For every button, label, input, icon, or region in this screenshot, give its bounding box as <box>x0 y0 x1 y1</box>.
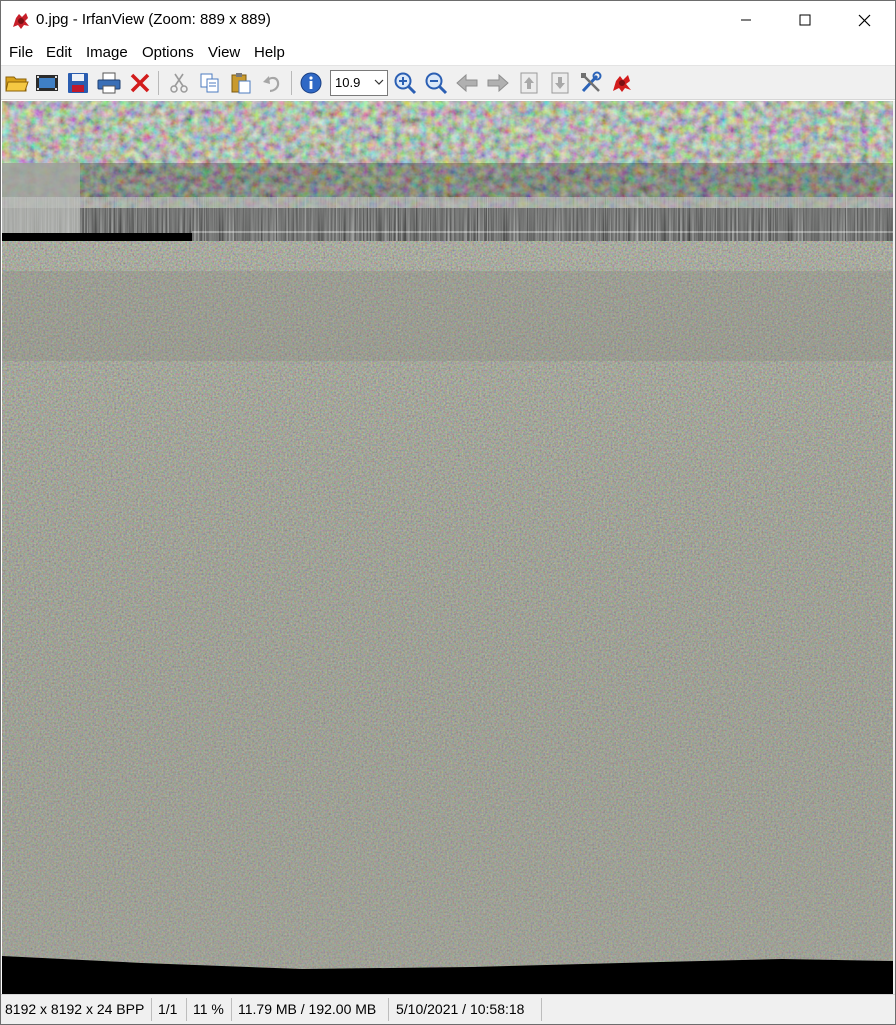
menu-file[interactable]: File <box>9 44 33 61</box>
slideshow-button[interactable] <box>34 70 60 96</box>
next-file-button[interactable] <box>485 70 511 96</box>
zoom-dropdown-value: 10.9 <box>335 75 361 90</box>
maximize-icon <box>799 14 811 26</box>
zoom-out-button[interactable] <box>423 70 449 96</box>
irfanview-logo-icon <box>613 75 631 92</box>
menu-options[interactable]: Options <box>142 44 194 61</box>
displayed-image[interactable] <box>2 101 893 994</box>
irfanview-window: 0.jpg - IrfanView (Zoom: 889 x 889) File… <box>0 0 896 1025</box>
image-viewport[interactable] <box>2 101 893 994</box>
open-folder-icon <box>5 76 29 92</box>
undo-button[interactable] <box>259 70 285 96</box>
minimize-icon <box>741 19 751 21</box>
status-memory: 11.79 MB / 192.00 MB <box>238 1001 377 1017</box>
menu-help[interactable]: Help <box>254 44 285 61</box>
toolbar-separator <box>291 71 292 95</box>
menu-bar: File Edit Image Options View Help <box>1 40 895 64</box>
status-separator <box>231 998 232 1021</box>
undo-icon <box>263 76 280 93</box>
menu-edit[interactable]: Edit <box>46 44 72 61</box>
print-icon <box>97 72 121 94</box>
delete-icon <box>130 73 150 93</box>
zoom-in-icon <box>394 72 417 95</box>
paste-icon <box>231 73 251 94</box>
open-button[interactable] <box>4 70 30 96</box>
first-file-icon <box>520 72 538 94</box>
close-button[interactable] <box>835 1 893 39</box>
toolbar-separator <box>158 71 159 95</box>
maximize-button[interactable] <box>776 1 834 39</box>
menu-image[interactable]: Image <box>86 44 128 61</box>
delete-button[interactable] <box>127 70 153 96</box>
irfanview-app-icon[interactable] <box>10 10 32 32</box>
last-file-button[interactable] <box>547 70 573 96</box>
zoom-dropdown[interactable]: 10.9 <box>330 70 388 96</box>
status-separator <box>151 998 152 1021</box>
close-icon <box>858 14 870 26</box>
viewport-right-edge <box>893 101 895 994</box>
status-separator <box>388 998 389 1021</box>
copy-icon <box>200 73 219 93</box>
slideshow-icon <box>36 75 58 91</box>
status-page: 1/1 <box>158 1001 178 1017</box>
properties-icon <box>581 71 602 93</box>
chevron-down-icon <box>374 79 384 85</box>
window-title: 0.jpg - IrfanView (Zoom: 889 x 889) <box>36 11 271 28</box>
info-button[interactable] <box>298 70 324 96</box>
toolbar: 10.9 <box>1 65 895 100</box>
aerial-strip-top <box>2 101 893 163</box>
cut-button[interactable] <box>166 70 192 96</box>
previous-file-button[interactable] <box>454 70 480 96</box>
irfanview-logo-button[interactable] <box>609 70 635 96</box>
status-datetime: 5/10/2021 / 10:58:18 <box>396 1001 525 1017</box>
minimize-button[interactable] <box>717 1 775 39</box>
texture-light-band <box>2 271 893 361</box>
status-bar: 8192 x 8192 x 24 BPP 1/1 11 % 11.79 MB /… <box>1 994 895 1024</box>
status-separator <box>186 998 187 1021</box>
info-icon <box>300 72 322 94</box>
save-icon <box>68 73 88 93</box>
title-bar[interactable]: 0.jpg - IrfanView (Zoom: 889 x 889) <box>1 1 895 39</box>
status-separator <box>541 998 542 1021</box>
next-icon <box>487 74 509 92</box>
copy-button[interactable] <box>197 70 223 96</box>
zoom-out-icon <box>425 72 448 95</box>
first-file-button[interactable] <box>516 70 542 96</box>
properties-button[interactable] <box>578 70 604 96</box>
last-file-icon <box>551 72 569 94</box>
menu-view[interactable]: View <box>208 44 240 61</box>
save-button[interactable] <box>65 70 91 96</box>
paste-button[interactable] <box>228 70 254 96</box>
cut-icon <box>170 73 188 93</box>
status-zoom: 11 % <box>193 1001 224 1017</box>
streak-band <box>2 197 893 233</box>
previous-icon <box>456 74 478 92</box>
status-dimensions: 8192 x 8192 x 24 BPP <box>5 1001 145 1017</box>
print-button[interactable] <box>96 70 122 96</box>
zoom-in-button[interactable] <box>392 70 418 96</box>
